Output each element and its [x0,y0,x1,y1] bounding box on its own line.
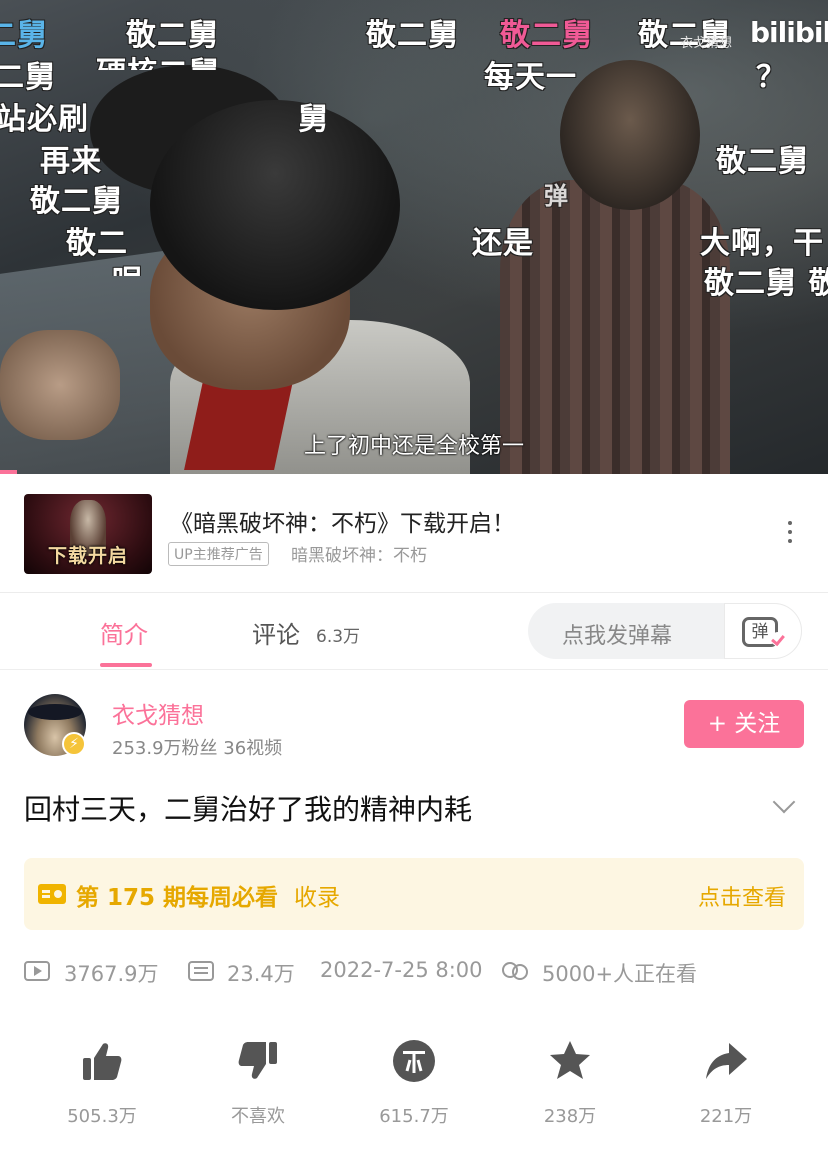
danmaku-icon-label: 弹 [751,622,769,642]
ad-thumb-label: 下载开启 [47,545,128,567]
danmaku-item: 呢 [112,256,143,276]
danmaku-item: 还是 [472,226,534,261]
follow-button[interactable]: + 关注 [684,700,804,748]
thumbs-down-icon [238,1042,277,1079]
thumbs-up-icon [83,1043,122,1080]
ad-banner[interactable]: 下载开启 《暗黑破坏神：不朽》下载开启！ UP主推荐广告 暗黑破坏神：不朽 [0,474,828,593]
tab-active-indicator [100,663,152,667]
danmaku-item: 再来 [40,144,102,179]
uploader-name[interactable]: 衣戈猜想 [112,696,204,730]
star-icon [550,1041,590,1079]
viewers-icon [500,960,530,984]
play-count-icon [24,961,50,981]
bilibili-logo: bilibili [750,16,828,49]
danmaku-count: 23.4万 [227,962,295,986]
weekly-tag: 收录 [294,885,340,911]
video-subtitle: 上了初中还是全校第一 [303,434,524,459]
more-vertical-icon[interactable] [780,516,800,552]
video-boy-right-head [560,60,700,210]
danmaku-item: 大啊，干 [700,226,824,261]
danmaku-item: 站必刷 [0,102,89,137]
coin-button[interactable]: 615.7万 [336,1030,492,1128]
danmaku-item: 敬二舅 [366,18,459,53]
like-button[interactable]: 505.3万 [24,1030,180,1128]
uploader-meta: 253.9万粉丝 36视频 [112,738,283,759]
avatar-hat [28,704,82,720]
danmaku-item: 弹 [544,182,569,210]
tab-intro[interactable]: 简介 [100,615,148,650]
watching-count: 5000+人正在看 [542,962,698,986]
ticket-icon [38,884,66,904]
danmaku-item: 二舅 [0,60,56,95]
video-arm [0,330,120,440]
share-count: 221万 [699,1106,753,1127]
favorite-count: 238万 [543,1106,597,1127]
favorite-button[interactable]: 238万 [492,1030,648,1128]
chevron-down-icon[interactable] [772,790,796,814]
ad-subtitle: 暗黑破坏神：不朽 [291,546,427,566]
video-watermark: 衣戈猜想 [680,36,733,51]
comment-count[interactable]: 6.3万 [316,622,360,647]
publish-date: 2022-7-25 8:00 [320,958,483,982]
danmaku-item: 敬二舅 [716,144,809,179]
danmaku-item: 舅 [298,102,329,137]
coin-count: 615.7万 [379,1106,449,1127]
danmaku-input[interactable]: 点我发弹幕 弹 [528,603,802,659]
content-tabs: 简介 评论 6.3万 点我发弹幕 弹 [0,593,828,670]
video-player[interactable]: 二舅 敬二舅 敬二舅 敬二舅 敬二舅 二舅 硬核二舅 每天一 ？ 站必刷 舅 再… [0,0,828,474]
coin-icon [393,1040,435,1082]
danmaku-item: 敬二舅 敬 [704,266,828,301]
action-bar: 505.3万 不喜欢 615.7万 238万 221万 [0,1030,828,1140]
danmaku-placeholder[interactable]: 点我发弹幕 [562,618,672,650]
dislike-label: 不喜欢 [231,1106,285,1127]
danmaku-item: 敬二舅 [30,184,123,219]
share-button[interactable]: 221万 [648,1030,804,1128]
ad-title[interactable]: 《暗黑破坏神：不朽》下载开启！ [170,504,515,538]
weekly-title: 第 175 期每周必看 [76,885,279,911]
weekly-banner[interactable]: 第 175 期每周必看 收录 点击查看 [24,858,804,930]
danmaku-item: 二舅 [0,18,48,53]
ad-thumbnail[interactable]: 下载开启 [24,494,152,574]
danmaku-count-icon [188,961,214,981]
danmaku-item: ？ [756,60,787,95]
like-count: 505.3万 [67,1106,137,1127]
danmaku-item: 每天一 [484,60,577,95]
play-count: 3767.9万 [64,962,159,986]
danmaku-item: 硬核二舅 [96,48,220,70]
ad-badge: UP主推荐广告 [168,542,269,566]
dislike-button[interactable]: 不喜欢 [180,1030,336,1128]
video-title: 回村三天，二舅治好了我的精神内耗 [24,793,473,826]
danmaku-item: 敬二舅 [500,18,593,53]
danmaku-toggle-button[interactable]: 弹 [724,603,802,659]
verified-bolt-icon: ⚡ [62,732,86,756]
video-boy-head [150,100,400,310]
check-icon [771,632,785,646]
tab-comments[interactable]: 评论 [252,615,300,650]
weekly-link[interactable]: 点击查看 [698,880,786,912]
share-arrow-icon [706,1043,747,1079]
